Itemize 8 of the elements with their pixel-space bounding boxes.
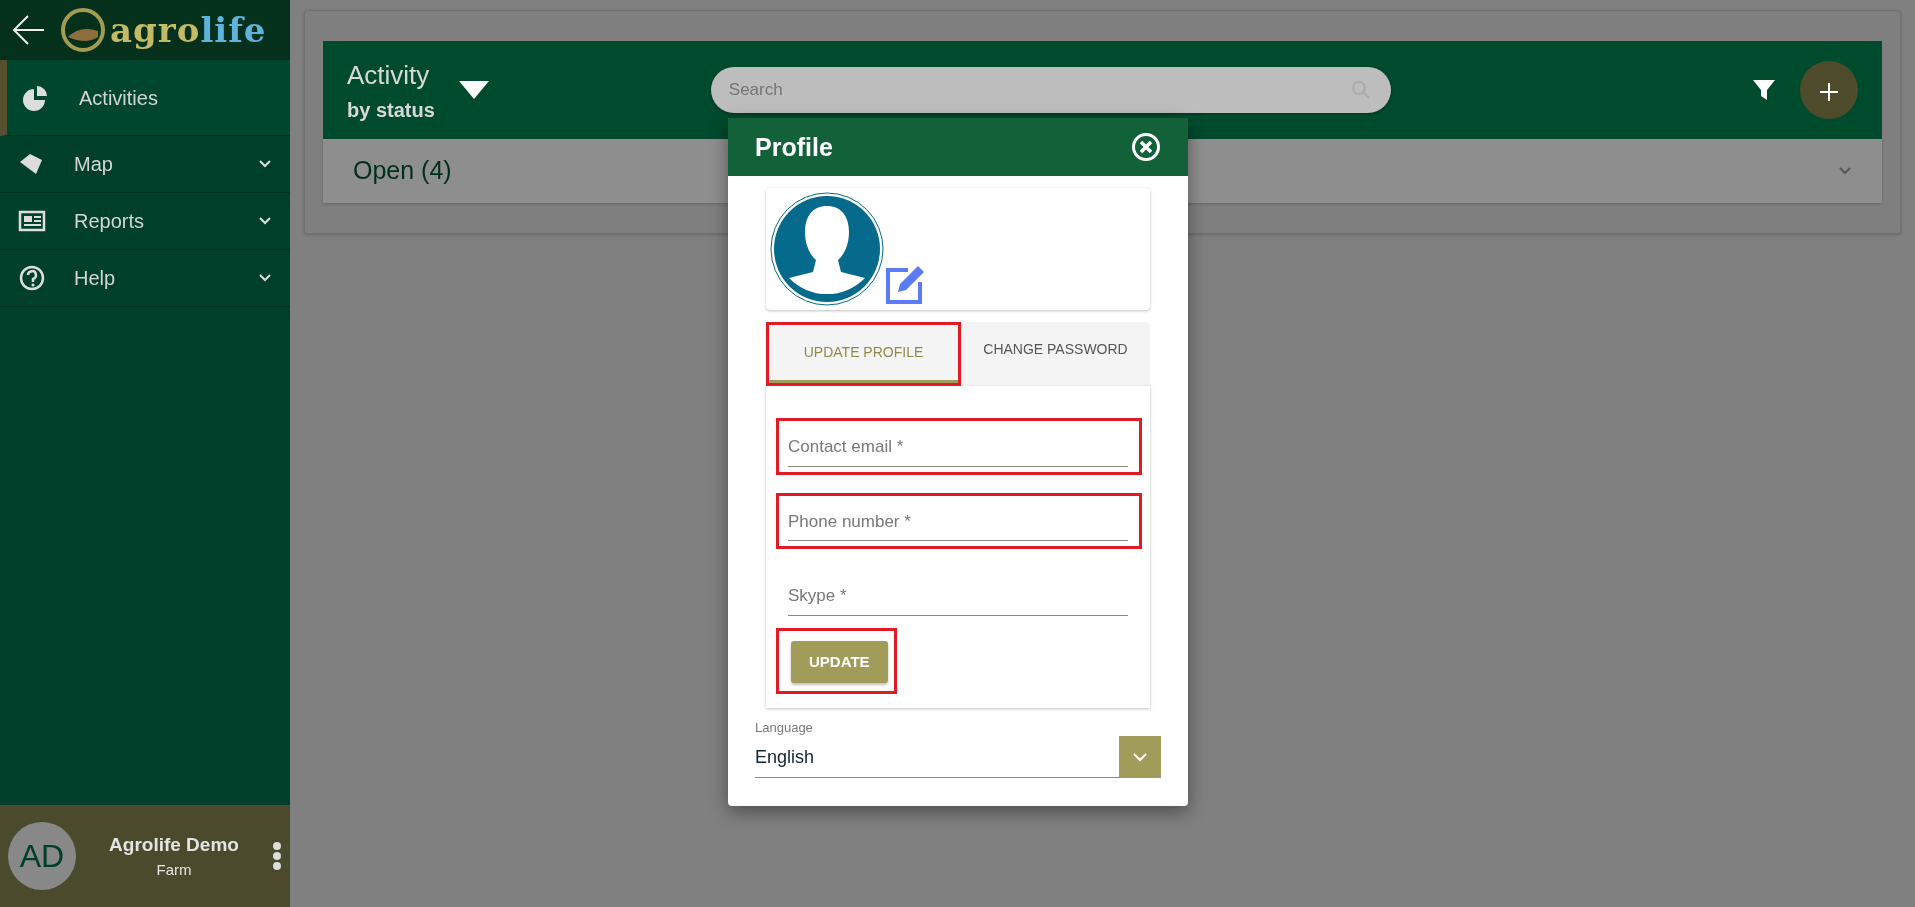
language-label: Language xyxy=(755,719,814,737)
page-subtitle: by status xyxy=(347,97,435,123)
user-name: Agrolife Demo xyxy=(109,833,239,858)
logo-text: agrolife xyxy=(110,8,267,52)
dialog-title: Profile xyxy=(755,131,833,163)
page-title: Activity xyxy=(347,58,431,92)
user-role: Farm xyxy=(156,859,192,880)
user-avatar: AD xyxy=(8,822,76,890)
